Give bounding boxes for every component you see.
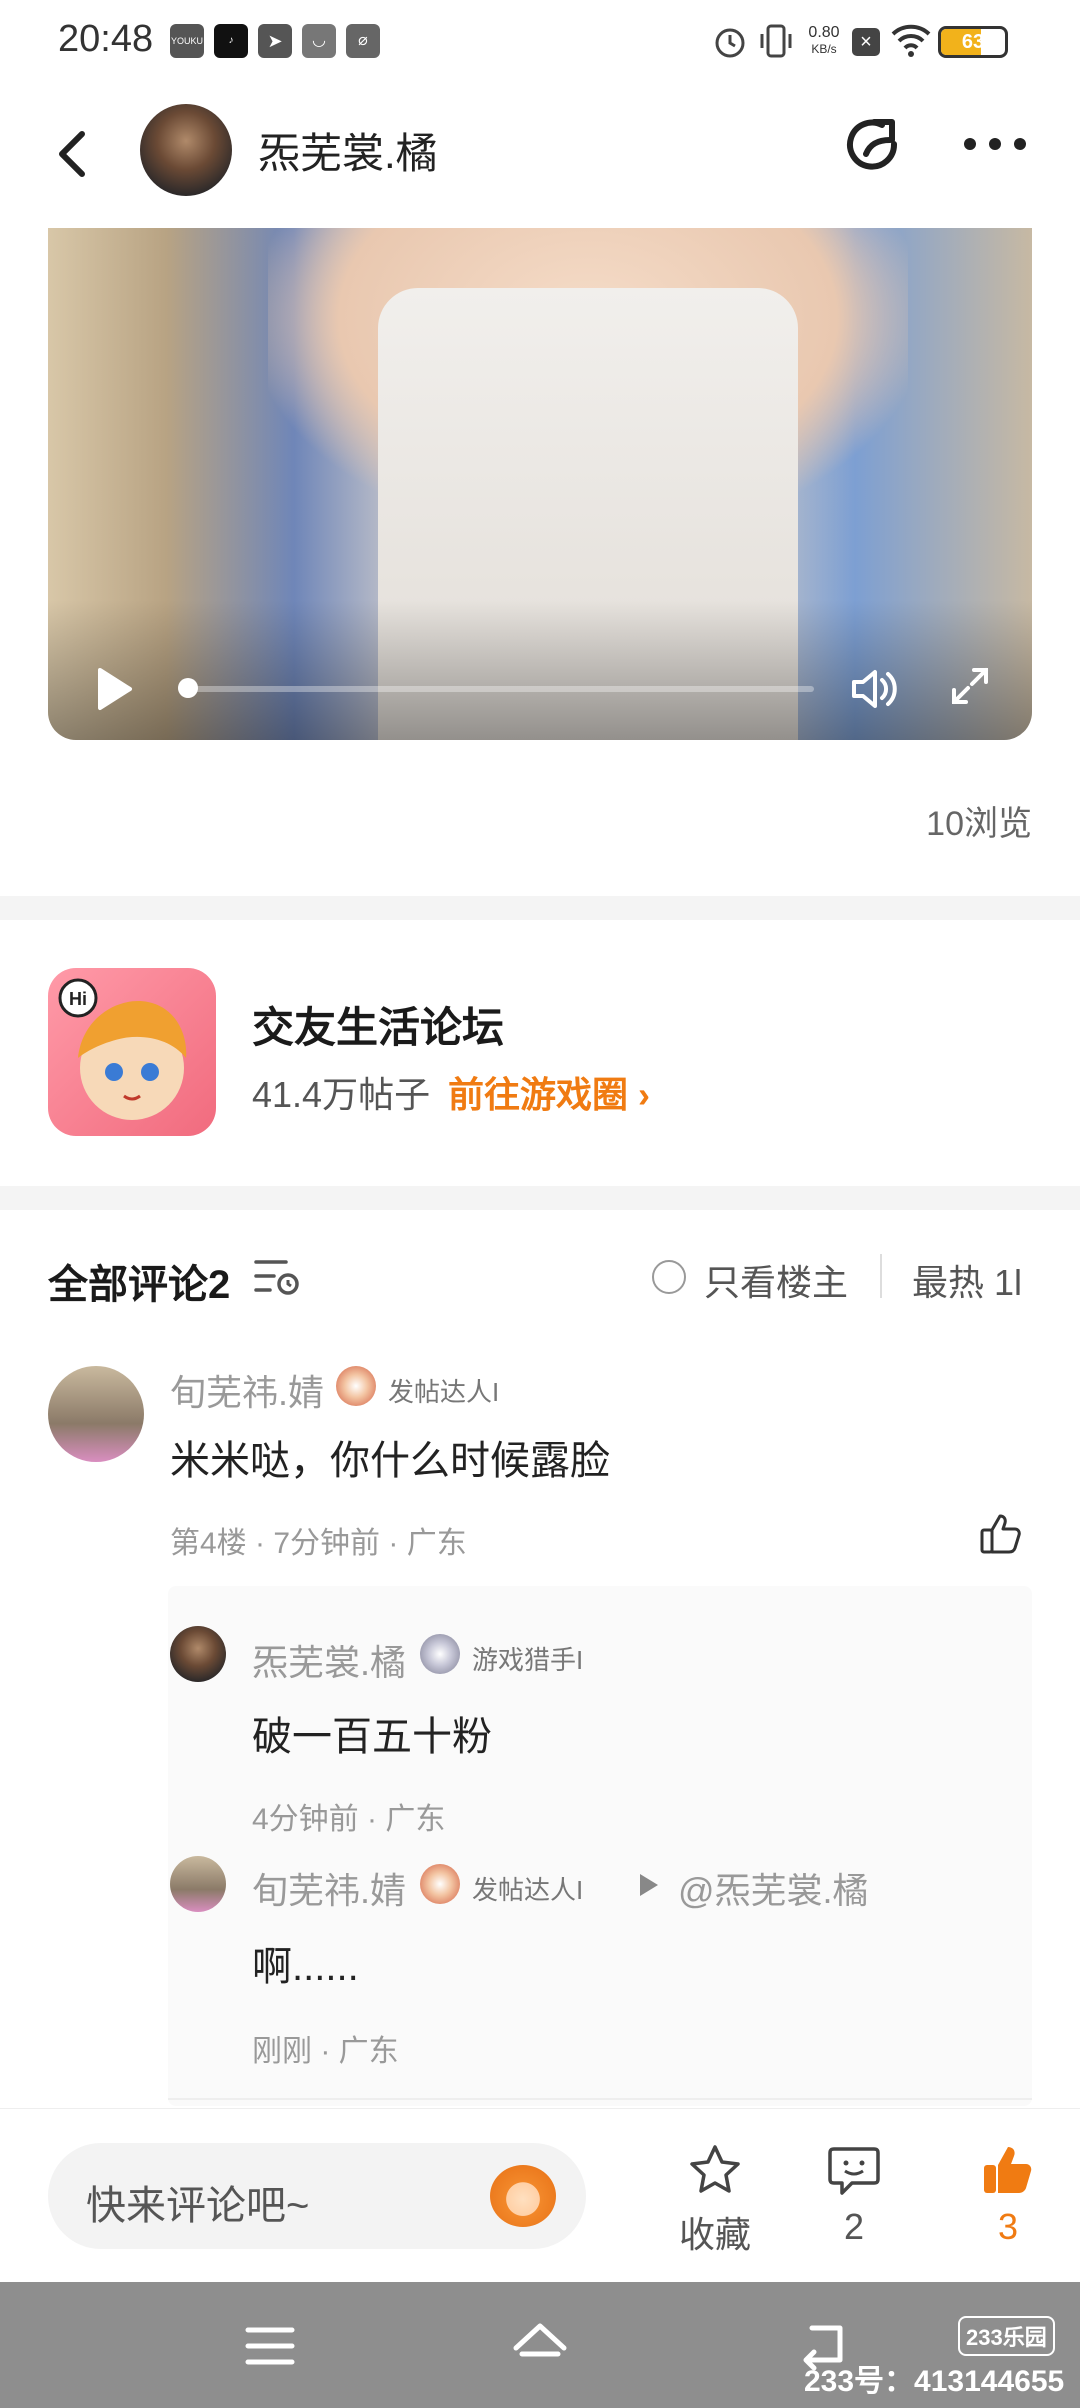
replier-avatar[interactable] bbox=[170, 1856, 226, 1912]
replier-name[interactable]: 炁芜裳.橘 bbox=[252, 1634, 406, 1686]
play-icon[interactable] bbox=[92, 664, 136, 714]
user-badge: 游戏猎手I bbox=[472, 1645, 584, 1675]
more-options-icon[interactable] bbox=[960, 124, 1030, 164]
video-player[interactable] bbox=[48, 228, 1032, 740]
comments-title: 全部评论2 bbox=[48, 1263, 231, 1307]
emoji-mascot-icon[interactable] bbox=[490, 2165, 556, 2227]
reply-arrow-icon bbox=[640, 1874, 658, 1896]
comment-icon bbox=[828, 2147, 880, 2195]
divider bbox=[168, 2098, 1032, 2100]
badge-icon bbox=[336, 1366, 376, 1406]
badge-icon bbox=[420, 1634, 460, 1674]
favorite-button[interactable]: 收藏 bbox=[650, 2143, 780, 2258]
user-badge: 发帖达人I bbox=[388, 1377, 500, 1407]
reply-to-user[interactable]: @炁芜裳.橘 bbox=[678, 1862, 869, 1914]
cup-icon: ◡ bbox=[302, 24, 336, 58]
author-avatar[interactable] bbox=[140, 104, 232, 196]
vibrate-icon bbox=[760, 24, 792, 58]
view-count: 10浏览 bbox=[926, 805, 1032, 843]
tiktok-icon: ♪ bbox=[214, 24, 248, 58]
reply-text: 破一百五十粉 bbox=[252, 1715, 492, 1759]
replier-name[interactable]: 旬芜祎.婧 bbox=[252, 1862, 406, 1914]
reply-text: 啊...... bbox=[252, 1945, 359, 1989]
fullscreen-icon[interactable] bbox=[948, 664, 992, 708]
video-progress-bar[interactable] bbox=[178, 678, 814, 698]
reply-meta: 刚刚 · 广东 bbox=[252, 2035, 399, 2068]
alarm-icon bbox=[715, 28, 745, 58]
share-icon[interactable] bbox=[844, 114, 908, 178]
author-name[interactable]: 炁芜裳.橘 bbox=[258, 120, 438, 181]
comment-count: 2 bbox=[843, 2206, 865, 2247]
battery-icon: 63 bbox=[938, 26, 1008, 58]
forum-post-count: 41.4万帖子 bbox=[252, 1074, 431, 1115]
watermark-id: 233号：413144655 bbox=[804, 2365, 1065, 2398]
progress-knob[interactable] bbox=[178, 678, 198, 698]
leaf-icon: ⌀ bbox=[346, 24, 380, 58]
svg-text:Hi: Hi bbox=[69, 989, 87, 1009]
telegram-icon: ➤ bbox=[258, 24, 292, 58]
like-icon[interactable] bbox=[978, 1510, 1024, 1556]
top-nav-bar: 炁芜裳.橘 bbox=[0, 84, 1080, 224]
no-sim-icon: × bbox=[852, 28, 880, 56]
sort-hot-tab[interactable]: 最热 1l bbox=[912, 1254, 1032, 1306]
replier-avatar[interactable] bbox=[170, 1626, 226, 1682]
divider bbox=[0, 1186, 1080, 1210]
wifi-icon bbox=[891, 24, 931, 57]
volume-icon[interactable] bbox=[848, 664, 900, 714]
home-icon[interactable] bbox=[510, 2316, 570, 2376]
commenter-avatar[interactable] bbox=[48, 1366, 144, 1462]
forum-icon[interactable]: Hi bbox=[48, 968, 216, 1136]
comment-input-placeholder: 快来评论吧~ bbox=[86, 2184, 310, 2228]
forum-name[interactable]: 交友生活论坛 bbox=[252, 994, 504, 1055]
back-arrow-icon[interactable] bbox=[48, 124, 98, 184]
thumbs-up-icon bbox=[984, 2147, 1032, 2193]
divider bbox=[880, 1254, 882, 1298]
only-host-label[interactable]: 只看楼主 bbox=[704, 1254, 848, 1306]
youku-icon: YOUKU bbox=[170, 24, 204, 58]
menu-icon[interactable] bbox=[240, 2316, 300, 2376]
go-to-forum-link[interactable]: 前往游戏圈 › bbox=[448, 1066, 650, 1118]
comments-button[interactable]: 2 bbox=[802, 2143, 906, 2248]
comment-meta: 第4楼 · 7分钟前 · 广东 bbox=[170, 1527, 467, 1560]
like-count: 3 bbox=[997, 2206, 1019, 2247]
user-badge: 发帖达人I bbox=[472, 1875, 584, 1905]
only-host-radio[interactable] bbox=[652, 1260, 686, 1294]
net-speed: 0.80 KB/s bbox=[808, 24, 840, 56]
reply-meta: 4分钟前 · 广东 bbox=[252, 1803, 446, 1836]
bottom-action-bar: 快来评论吧~ 收藏 2 3 bbox=[0, 2108, 1080, 2282]
watermark-logo: 233乐园 bbox=[958, 2316, 1055, 2356]
divider bbox=[0, 896, 1080, 920]
star-icon bbox=[690, 2145, 740, 2193]
status-bar: 20:48 YOUKU ♪ ➤ ◡ ⌀ 0.80 KB/s × 63 bbox=[0, 0, 1080, 84]
like-button[interactable]: 3 bbox=[956, 2143, 1060, 2248]
badge-icon bbox=[420, 1864, 460, 1904]
status-time: 20:48 bbox=[58, 18, 154, 60]
commenter-name[interactable]: 旬芜祎.婧 bbox=[170, 1364, 324, 1416]
favorite-label: 收藏 bbox=[678, 2214, 751, 2255]
comment-text: 米米哒，你什么时候露脸 bbox=[170, 1439, 610, 1483]
filter-icon[interactable] bbox=[252, 1254, 302, 1298]
comment-input[interactable]: 快来评论吧~ bbox=[48, 2143, 586, 2249]
